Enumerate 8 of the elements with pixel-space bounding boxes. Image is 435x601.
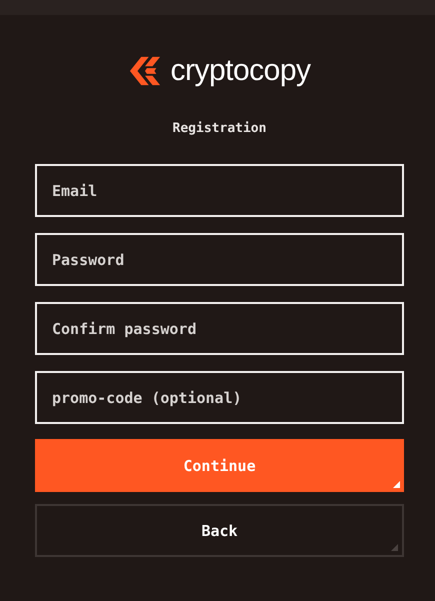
logo-text: cryptocopy — [170, 54, 311, 88]
input-field[interactable]: Email — [35, 164, 404, 217]
input-field[interactable]: promo-code (optional) — [35, 371, 404, 424]
input-field[interactable]: Password — [35, 233, 404, 286]
button[interactable]: Back — [35, 504, 404, 557]
input-field[interactable]: Confirm password — [35, 302, 404, 355]
heading: Registration — [172, 121, 268, 136]
logo-icon — [128, 55, 162, 87]
